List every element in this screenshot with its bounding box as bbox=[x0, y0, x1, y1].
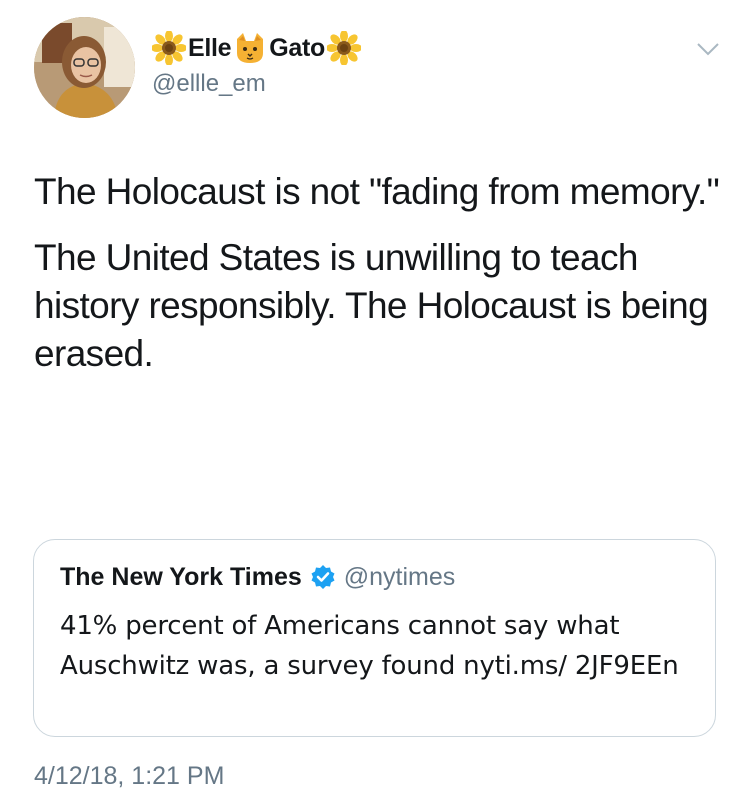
verified-badge-icon bbox=[310, 564, 336, 590]
display-name-part1: Elle bbox=[188, 33, 232, 62]
quoted-tweet-handle: @nytimes bbox=[343, 562, 456, 591]
tweet-paragraph-1: The Holocaust is not "fading from memory… bbox=[34, 171, 720, 212]
quoted-tweet-name: The New York Times bbox=[60, 562, 302, 591]
avatar[interactable] bbox=[34, 17, 135, 118]
chevron-down-icon[interactable] bbox=[696, 41, 720, 57]
display-name-part2: Gato bbox=[269, 33, 326, 62]
user-handle[interactable]: @ellle_em bbox=[152, 70, 266, 98]
tweet-timestamp[interactable]: 4/12/18, 1:21 PM bbox=[34, 762, 224, 791]
cat-face-icon bbox=[233, 31, 267, 65]
quoted-tweet-header: The New York Times @nytimes bbox=[60, 562, 455, 592]
tweet: Elle Gato @ellle_em The Holocaust is not… bbox=[0, 0, 730, 811]
quoted-tweet-text: 41% percent of Americans cannot say what… bbox=[60, 611, 679, 681]
tweet-paragraph-2: The United States is unwilling to teach … bbox=[34, 237, 709, 374]
quoted-tweet-card[interactable]: The New York Times @nytimes 41% percent … bbox=[33, 539, 716, 737]
tweet-text: The Holocaust is not "fading from memory… bbox=[34, 168, 720, 378]
display-name[interactable]: Elle Gato bbox=[152, 31, 362, 65]
sunflower-icon bbox=[152, 31, 186, 65]
sunflower-icon bbox=[327, 31, 362, 65]
